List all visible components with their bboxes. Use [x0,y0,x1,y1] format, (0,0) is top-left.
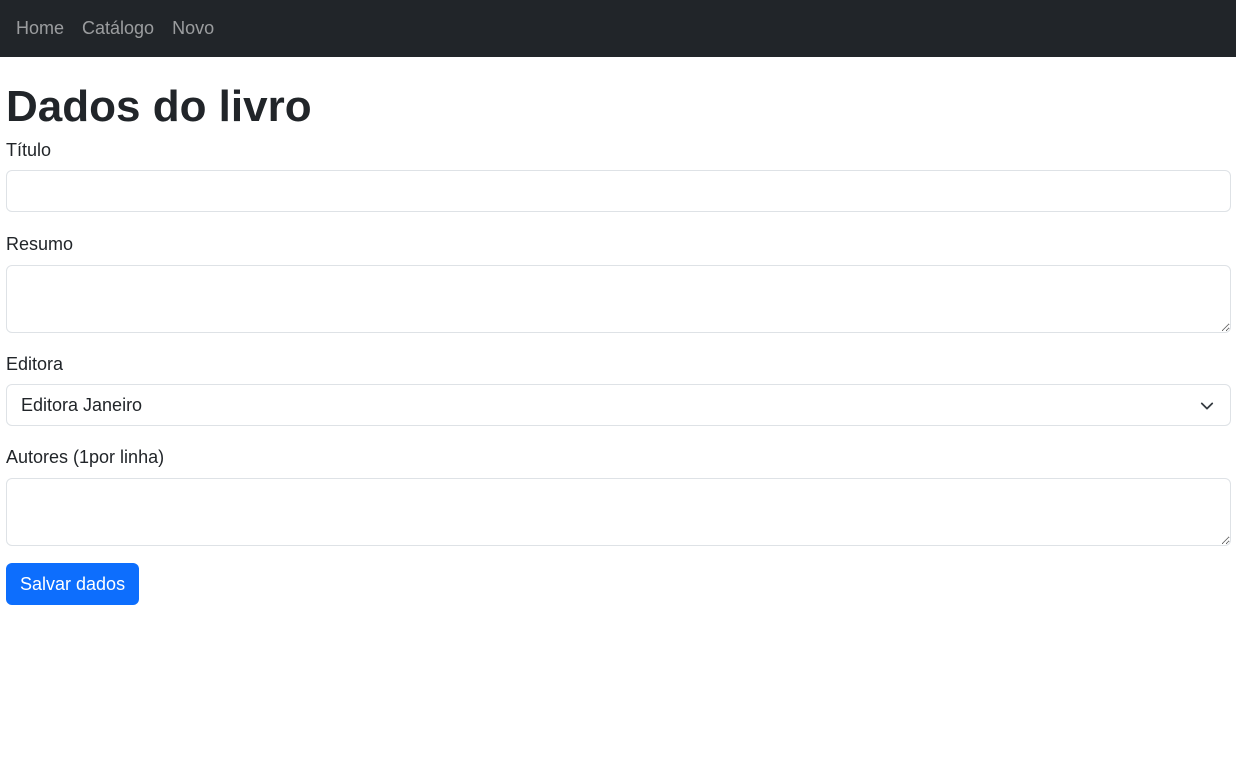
editora-selected-value: Editora Janeiro [21,394,143,415]
chevron-down-icon [1200,402,1214,410]
page-title: Dados do livro [6,82,312,131]
titulo-group: Título [6,139,1231,212]
book-form: Título Resumo Editora Editora Janeiro Au… [6,139,1231,605]
titulo-label: Título [6,140,52,160]
editora-label: Editora [6,354,64,374]
navbar: Home Catálogo Novo [0,0,1236,57]
editora-select[interactable]: Editora Janeiro [6,384,1231,426]
editora-group: Editora Editora Janeiro [6,353,1231,426]
nav-link-home[interactable]: Home [16,18,64,39]
nav-link-catalogo[interactable]: Catálogo [82,18,154,39]
resumo-label: Resumo [6,234,74,254]
main-content: Dados do livro Título Resumo Editora Edi… [0,83,1236,605]
autores-group: Autores (1por linha) [6,446,1231,546]
titulo-input[interactable] [6,170,1231,212]
save-button[interactable]: Salvar dados [6,563,140,605]
submit-row: Salvar dados [6,563,1230,605]
autores-label: Autores (1por linha) [6,447,165,467]
resumo-group: Resumo [6,233,1231,333]
nav-link-novo[interactable]: Novo [172,18,214,39]
autores-textarea[interactable] [6,478,1231,546]
resumo-textarea[interactable] [6,265,1231,333]
